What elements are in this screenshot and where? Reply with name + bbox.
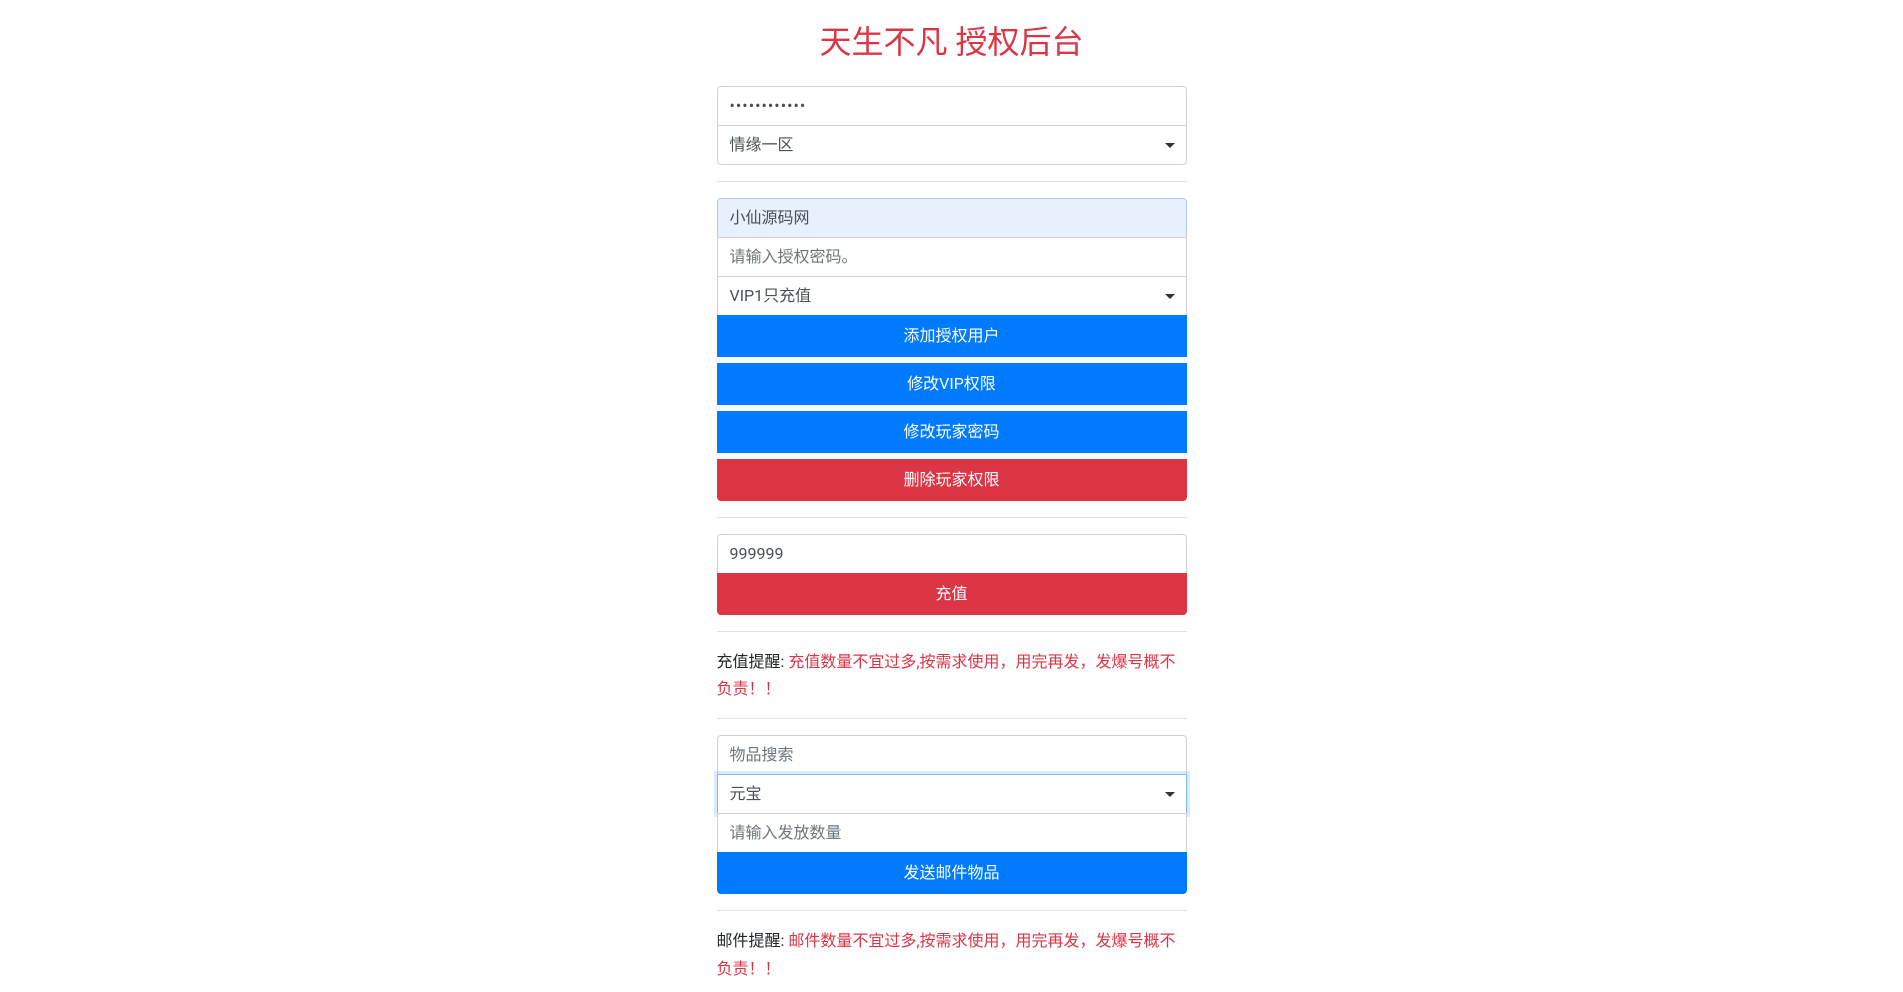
divider — [717, 718, 1187, 719]
recharge-amount-input[interactable] — [717, 534, 1187, 574]
mail-alert-label: 邮件提醒: — [717, 931, 785, 950]
mail-alert: 邮件提醒: 邮件数量不宜过多,按需求使用，用完再发，发爆号概不负责！！ — [717, 927, 1187, 981]
recharge-button[interactable]: 充值 — [717, 573, 1187, 615]
modify-vip-button[interactable]: 修改VIP权限 — [717, 363, 1187, 405]
vip-select[interactable]: VIP1只充值 — [717, 276, 1187, 316]
item-select[interactable]: 元宝 — [717, 774, 1187, 814]
recharge-alert: 充值提醒: 充值数量不宜过多,按需求使用，用完再发，发爆号概不负责！！ — [717, 648, 1187, 702]
divider — [717, 910, 1187, 911]
password-input[interactable] — [717, 86, 1187, 126]
auth-password-input[interactable] — [717, 237, 1187, 277]
recharge-group: 充值 — [717, 534, 1187, 615]
add-auth-user-button[interactable]: 添加授权用户 — [717, 315, 1187, 357]
divider — [717, 631, 1187, 632]
server-select[interactable]: 情缘一区 — [717, 125, 1187, 165]
item-search-input[interactable] — [717, 735, 1187, 775]
mail-alert-content: 邮件数量不宜过多,按需求使用，用完再发，发爆号概不负责！！ — [717, 931, 1176, 977]
auth-group: VIP1只充值 添加授权用户 修改VIP权限 修改玩家密码 删除玩家权限 — [717, 198, 1187, 501]
modify-password-button[interactable]: 修改玩家密码 — [717, 411, 1187, 453]
quantity-input[interactable] — [717, 813, 1187, 853]
credentials-group: 情缘一区 — [717, 86, 1187, 165]
username-input[interactable] — [717, 198, 1187, 238]
mail-item-group: 元宝 发送邮件物品 — [717, 735, 1187, 894]
delete-auth-button[interactable]: 删除玩家权限 — [717, 459, 1187, 501]
send-mail-item-button[interactable]: 发送邮件物品 — [717, 852, 1187, 894]
recharge-alert-label: 充值提醒: — [717, 652, 785, 671]
recharge-alert-content: 充值数量不宜过多,按需求使用，用完再发，发爆号概不负责！！ — [717, 652, 1176, 698]
divider — [717, 517, 1187, 518]
divider — [717, 181, 1187, 182]
page-title: 天生不凡 授权后台 — [717, 18, 1187, 66]
